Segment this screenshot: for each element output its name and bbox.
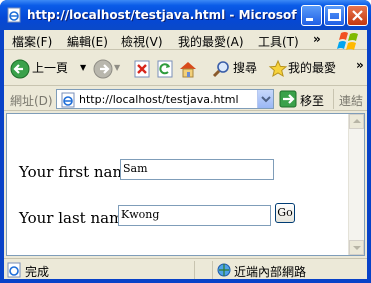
menu-view[interactable]: 檢視(V) bbox=[121, 33, 163, 50]
chevron-down-icon bbox=[353, 246, 361, 250]
favorites-button-label[interactable]: 我的最愛 bbox=[288, 59, 336, 76]
close-button[interactable] bbox=[347, 5, 368, 26]
browser-chrome: 檔案(F) 編輯(E) 檢視(V) 我的最愛(A) 工具(T) » 上一頁 ▼ bbox=[4, 30, 367, 279]
address-url: http://localhost/testjava.html bbox=[79, 93, 239, 106]
go-arrow-icon[interactable] bbox=[279, 90, 297, 108]
menu-file[interactable]: 檔案(F) bbox=[12, 33, 52, 50]
page-done-icon bbox=[7, 262, 21, 278]
scroll-up-button[interactable] bbox=[349, 114, 364, 129]
favorites-star-icon[interactable] bbox=[268, 59, 288, 79]
status-text: 完成 bbox=[25, 265, 50, 279]
menu-edit[interactable]: 編輯(E) bbox=[67, 33, 108, 50]
close-icon bbox=[352, 10, 363, 21]
address-input[interactable]: http://localhost/testjava.html bbox=[56, 89, 274, 109]
ie-page-icon bbox=[7, 7, 21, 23]
home-icon[interactable] bbox=[178, 59, 198, 79]
address-dropdown-button[interactable] bbox=[257, 90, 273, 108]
menu-favorites[interactable]: 我的最愛(A) bbox=[178, 33, 244, 50]
chevron-down-icon bbox=[261, 96, 271, 103]
maximize-icon bbox=[328, 9, 341, 21]
scroll-down-button[interactable] bbox=[349, 240, 364, 255]
minimize-icon bbox=[306, 18, 313, 21]
first-name-input[interactable]: Sam bbox=[120, 159, 274, 180]
menu-tools[interactable]: 工具(T) bbox=[258, 33, 299, 50]
status-divider bbox=[194, 261, 195, 279]
window-title: http://localhost/testjava.html - Microso… bbox=[27, 8, 297, 22]
menu-bar: 檔案(F) 編輯(E) 檢視(V) 我的最愛(A) 工具(T) » bbox=[4, 30, 367, 50]
security-zone-label: 近端內部網路 bbox=[234, 265, 307, 279]
minimize-button[interactable] bbox=[301, 5, 322, 26]
browser-window: http://localhost/testjava.html - Microso… bbox=[0, 0, 371, 283]
go-submit-button[interactable]: Go bbox=[275, 203, 295, 223]
status-divider bbox=[212, 261, 213, 279]
address-label: 網址(D) bbox=[10, 94, 53, 108]
maximize-button[interactable] bbox=[324, 5, 345, 26]
page-content: Your first name: Sam Your last name: Kwo… bbox=[6, 113, 365, 256]
address-bar: 網址(D) http://localhost/testjava.html 移至 … bbox=[4, 87, 367, 111]
toolbar-separator bbox=[333, 89, 334, 109]
back-arrow-icon[interactable] bbox=[10, 59, 30, 79]
back-button-label[interactable]: 上一頁 bbox=[32, 59, 68, 76]
search-button-label[interactable]: 搜尋 bbox=[233, 59, 257, 76]
stop-icon[interactable] bbox=[132, 59, 152, 79]
vertical-scrollbar[interactable] bbox=[348, 114, 364, 255]
page-icon bbox=[61, 92, 75, 108]
go-button-label[interactable]: 移至 bbox=[300, 92, 324, 109]
title-bar[interactable]: http://localhost/testjava.html - Microso… bbox=[0, 0, 371, 30]
back-dropdown-arrow-icon[interactable]: ▼ bbox=[80, 63, 86, 72]
menu-overflow-chevron[interactable]: » bbox=[313, 32, 321, 46]
forward-dropdown-arrow-icon[interactable]: ▼ bbox=[114, 63, 120, 72]
links-label[interactable]: 連結 bbox=[339, 92, 363, 109]
search-icon[interactable] bbox=[211, 59, 231, 79]
toolbar-overflow-chevron[interactable]: » bbox=[356, 58, 364, 72]
forward-arrow-icon[interactable] bbox=[93, 59, 113, 79]
last-name-input[interactable]: Kwong bbox=[118, 205, 271, 226]
refresh-icon[interactable] bbox=[155, 59, 175, 79]
windows-logo-icon bbox=[337, 32, 358, 50]
local-intranet-icon bbox=[217, 263, 231, 277]
standard-toolbar: 上一頁 ▼ ▼ 搜尋 我的最愛 » bbox=[4, 51, 367, 86]
chevron-up-icon bbox=[353, 119, 361, 123]
status-bar: 完成 近端內部網路 bbox=[4, 258, 367, 279]
